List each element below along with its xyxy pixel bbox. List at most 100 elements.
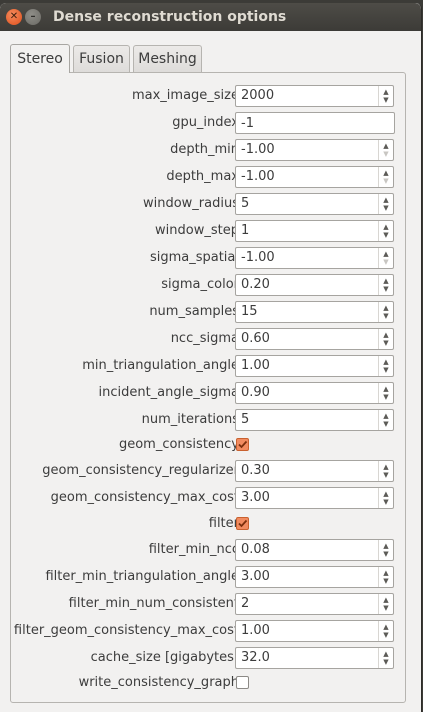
title-bar[interactable]: ✕ – Dense reconstruction options — [0, 3, 421, 31]
chevron-down-icon[interactable]: ▼ — [383, 577, 388, 585]
chevron-up-icon[interactable]: ▲ — [383, 304, 388, 312]
min-triangulation-angle-spinbox[interactable]: 1.00 ▲ ▼ — [235, 355, 394, 377]
spinbox-arrows[interactable]: ▲ ▼ — [378, 248, 393, 268]
geom-consistency-regularizer-spinbox[interactable]: 0.30 ▲ ▼ — [235, 460, 394, 482]
spinbox-arrows[interactable]: ▲ ▼ — [378, 329, 393, 349]
spinbox-value[interactable]: 0.20 — [241, 275, 270, 295]
chevron-down-icon[interactable]: ▼ — [383, 96, 388, 104]
close-icon[interactable]: ✕ — [6, 9, 22, 25]
chevron-up-icon[interactable]: ▲ — [383, 196, 388, 204]
chevron-up-icon[interactable]: ▲ — [383, 331, 388, 339]
spinbox-arrows[interactable]: ▲ ▼ — [378, 410, 393, 430]
spinbox-value[interactable]: 3.00 — [241, 488, 270, 508]
filter-min-ncc-spinbox[interactable]: 0.08 ▲ ▼ — [235, 539, 394, 561]
spinbox-value[interactable]: 2000 — [241, 86, 274, 106]
chevron-down-icon[interactable]: ▼ — [383, 285, 388, 293]
spinbox-arrows[interactable]: ▲ ▼ — [378, 275, 393, 295]
spinbox-arrows[interactable]: ▲ ▼ — [378, 167, 393, 187]
chevron-up-icon[interactable]: ▲ — [383, 650, 388, 658]
spinbox-value[interactable]: 1 — [241, 221, 249, 241]
chevron-down-icon[interactable]: ▼ — [383, 550, 388, 558]
spinbox-arrows[interactable]: ▲ ▼ — [378, 140, 393, 160]
window-radius-spinbox[interactable]: 5 ▲ ▼ — [235, 193, 394, 215]
spinbox-value[interactable]: -1.00 — [241, 167, 275, 187]
chevron-down-icon[interactable]: ▼ — [383, 177, 388, 185]
chevron-down-icon[interactable]: ▼ — [383, 498, 388, 506]
spinbox-arrows[interactable]: ▲ ▼ — [378, 302, 393, 322]
chevron-up-icon[interactable]: ▲ — [383, 623, 388, 631]
chevron-up-icon[interactable]: ▲ — [383, 223, 388, 231]
num-samples-spinbox[interactable]: 15 ▲ ▼ — [235, 301, 394, 323]
chevron-up-icon[interactable]: ▲ — [383, 277, 388, 285]
tab-stereo[interactable]: Stereo — [10, 44, 70, 73]
spinbox-arrows[interactable]: ▲ ▼ — [378, 567, 393, 587]
geom-consistency-checkbox[interactable] — [236, 438, 249, 451]
spinbox-arrows[interactable]: ▲ ▼ — [378, 621, 393, 641]
chevron-up-icon[interactable]: ▲ — [383, 250, 388, 258]
spinbox-arrows[interactable]: ▲ ▼ — [378, 356, 393, 376]
chevron-up-icon[interactable]: ▲ — [383, 385, 388, 393]
chevron-down-icon[interactable]: ▼ — [383, 366, 388, 374]
spinbox-arrows[interactable]: ▲ ▼ — [378, 86, 393, 106]
spinbox-value[interactable]: 0.90 — [241, 383, 270, 403]
write-consistency-graph-checkbox[interactable] — [236, 676, 249, 689]
chevron-down-icon[interactable]: ▼ — [383, 658, 388, 666]
chevron-up-icon[interactable]: ▲ — [383, 142, 388, 150]
chevron-down-icon[interactable]: ▼ — [383, 231, 388, 239]
chevron-up-icon[interactable]: ▲ — [383, 490, 388, 498]
chevron-up-icon[interactable]: ▲ — [383, 358, 388, 366]
chevron-down-icon[interactable]: ▼ — [383, 604, 388, 612]
chevron-down-icon[interactable]: ▼ — [383, 393, 388, 401]
spinbox-arrows[interactable]: ▲ ▼ — [378, 461, 393, 481]
spinbox-arrows[interactable]: ▲ ▼ — [378, 648, 393, 668]
cache-size-gigabytes-spinbox[interactable]: 32.0 ▲ ▼ — [235, 647, 394, 669]
depth-max-spinbox[interactable]: -1.00 ▲ ▼ — [235, 166, 394, 188]
incident-angle-sigma-spinbox[interactable]: 0.90 ▲ ▼ — [235, 382, 394, 404]
spinbox-value[interactable]: 15 — [241, 302, 258, 322]
ncc-sigma-spinbox[interactable]: 0.60 ▲ ▼ — [235, 328, 394, 350]
chevron-down-icon[interactable]: ▼ — [383, 150, 388, 158]
filter-geom-consistency-max-cost-spinbox[interactable]: 1.00 ▲ ▼ — [235, 620, 394, 642]
spinbox-value[interactable]: 1.00 — [241, 356, 270, 376]
filter-checkbox[interactable] — [236, 517, 249, 530]
minimize-icon[interactable]: – — [25, 9, 41, 25]
spinbox-arrows[interactable]: ▲ ▼ — [378, 594, 393, 614]
chevron-down-icon[interactable]: ▼ — [383, 420, 388, 428]
chevron-down-icon[interactable]: ▼ — [383, 631, 388, 639]
tab-meshing[interactable]: Meshing — [133, 45, 202, 72]
spinbox-value[interactable]: 0.30 — [241, 461, 270, 481]
gpu-index-field[interactable] — [236, 113, 391, 133]
spinbox-arrows[interactable]: ▲ ▼ — [378, 383, 393, 403]
chevron-up-icon[interactable]: ▲ — [383, 542, 388, 550]
window-step-spinbox[interactable]: 1 ▲ ▼ — [235, 220, 394, 242]
chevron-up-icon[interactable]: ▲ — [383, 412, 388, 420]
max-image-size-spinbox[interactable]: 2000 ▲ ▼ — [235, 85, 394, 107]
spinbox-value[interactable]: 5 — [241, 410, 249, 430]
spinbox-value[interactable]: 3.00 — [241, 567, 270, 587]
spinbox-arrows[interactable]: ▲ ▼ — [378, 540, 393, 560]
chevron-up-icon[interactable]: ▲ — [383, 569, 388, 577]
geom-consistency-max-cost-spinbox[interactable]: 3.00 ▲ ▼ — [235, 487, 394, 509]
chevron-up-icon[interactable]: ▲ — [383, 463, 388, 471]
spinbox-value[interactable]: 5 — [241, 194, 249, 214]
sigma-spatial-spinbox[interactable]: -1.00 ▲ ▼ — [235, 247, 394, 269]
chevron-up-icon[interactable]: ▲ — [383, 596, 388, 604]
spinbox-value[interactable]: 0.08 — [241, 540, 270, 560]
spinbox-value[interactable]: 1.00 — [241, 621, 270, 641]
spinbox-value[interactable]: -1.00 — [241, 248, 275, 268]
depth-min-spinbox[interactable]: -1.00 ▲ ▼ — [235, 139, 394, 161]
chevron-up-icon[interactable]: ▲ — [383, 88, 388, 96]
spinbox-value[interactable]: 2 — [241, 594, 249, 614]
chevron-up-icon[interactable]: ▲ — [383, 169, 388, 177]
sigma-color-spinbox[interactable]: 0.20 ▲ ▼ — [235, 274, 394, 296]
filter-min-num-consistent-spinbox[interactable]: 2 ▲ ▼ — [235, 593, 394, 615]
chevron-down-icon[interactable]: ▼ — [383, 258, 388, 266]
tab-fusion[interactable]: Fusion — [73, 45, 130, 72]
num-iterations-spinbox[interactable]: 5 ▲ ▼ — [235, 409, 394, 431]
spinbox-arrows[interactable]: ▲ ▼ — [378, 488, 393, 508]
chevron-down-icon[interactable]: ▼ — [383, 471, 388, 479]
filter-min-triangulation-angle-spinbox[interactable]: 3.00 ▲ ▼ — [235, 566, 394, 588]
spinbox-value[interactable]: 0.60 — [241, 329, 270, 349]
chevron-down-icon[interactable]: ▼ — [383, 204, 388, 212]
spinbox-arrows[interactable]: ▲ ▼ — [378, 221, 393, 241]
